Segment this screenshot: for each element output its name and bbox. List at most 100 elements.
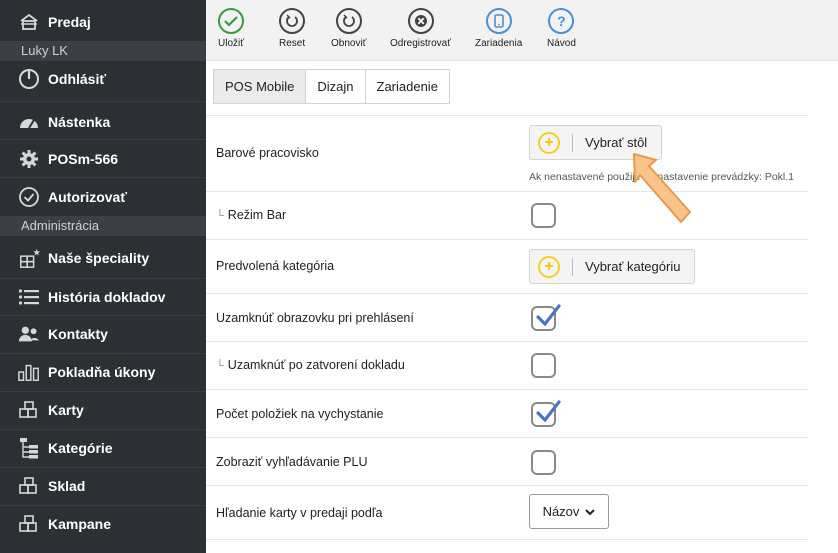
guide-button[interactable]: ? Návod (547, 8, 576, 49)
lock-on-close-checkbox[interactable] (531, 353, 556, 378)
toolbar: Uložiť Reset Obnoviť Odregistrovať Zaria… (206, 0, 838, 61)
boxes-icon (18, 475, 40, 497)
divider (0, 177, 206, 178)
row-divider (206, 239, 808, 240)
divider (0, 101, 206, 102)
close-icon (407, 8, 434, 34)
sidebar-item-label: Odhlásiť (48, 71, 107, 87)
sidebar-item-label: Naše špeciality (48, 250, 150, 266)
row-divider (206, 341, 808, 342)
row-divider (206, 539, 808, 540)
search-by-label: Hľadanie karty v predaji podľa (216, 506, 383, 520)
divider (0, 278, 206, 279)
row-divider (206, 485, 808, 486)
show-plu-checkbox[interactable] (531, 450, 556, 475)
bar-chart-icon (18, 361, 40, 383)
tree-icon (18, 437, 40, 459)
tab-device[interactable]: Zariadenie (365, 69, 450, 104)
sidebar-item-label: Karty (48, 402, 84, 418)
row-divider (206, 437, 808, 438)
list-icon (18, 286, 40, 308)
chevron-down-icon (585, 504, 596, 519)
users-icon (18, 323, 40, 345)
sidebar-item-label: História dokladov (48, 289, 166, 305)
sidebar-item-label: Predaj (48, 14, 91, 30)
sidebar-item-label: Sklad (48, 478, 86, 494)
home-icon (18, 11, 40, 33)
checkmark-icon (536, 304, 561, 327)
sidebar-item-label: POSm-566 (48, 151, 119, 167)
divider (0, 139, 206, 140)
sidebar-item-contacts[interactable]: Kontakty (0, 318, 206, 350)
admin-section-header: Administrácia (0, 216, 206, 236)
show-plu-label: Zobraziť vyhľadávanie PLU (216, 455, 368, 469)
row-divider (206, 115, 808, 116)
sidebar-item-label: Autorizovať (48, 189, 128, 205)
sidebar-item-dashboard[interactable]: Nástenka (0, 106, 206, 138)
reset-button[interactable]: Reset (279, 8, 305, 49)
divider (0, 429, 206, 430)
sidebar-item-authorize[interactable]: Autorizovať (0, 181, 206, 213)
unregister-button[interactable]: Odregistrovať (390, 8, 451, 49)
boxes-icon (18, 399, 40, 421)
lock-on-login-label: Uzamknúť obrazovku pri prehlásení (216, 311, 414, 325)
help-icon: ? (548, 8, 575, 34)
sidebar-item-warehouse[interactable]: Sklad (0, 470, 206, 502)
sidebar-item-label: Kampane (48, 516, 112, 532)
save-button[interactable]: Uložiť (218, 8, 244, 49)
sidebar-item-label: Pokladňa úkony (48, 364, 156, 380)
divider (572, 257, 573, 276)
sidebar-item-register-actions[interactable]: Pokladňa úkony (0, 356, 206, 388)
divider (0, 391, 206, 392)
check-circle-icon (18, 186, 40, 208)
sidebar-item-label: Nástenka (48, 114, 111, 130)
divider (0, 315, 206, 316)
devices-button[interactable]: Zariadenia (475, 8, 522, 49)
tab-pos-mobile[interactable]: POS Mobile (213, 69, 307, 104)
refresh-button[interactable]: Obnoviť (331, 8, 366, 49)
lock-on-login-checkbox[interactable] (531, 304, 561, 331)
plus-icon: + (538, 131, 560, 154)
sidebar-item-cards[interactable]: Karty (0, 394, 206, 426)
items-count-checkbox[interactable] (531, 400, 561, 427)
divider (0, 505, 206, 506)
refresh-icon (279, 8, 306, 34)
svg-text:★: ★ (33, 247, 40, 258)
sidebar-item-label: Kategórie (48, 440, 113, 456)
phone-icon (485, 8, 512, 34)
bar-mode-label: └ Režim Bar (216, 208, 287, 222)
refresh-icon (335, 8, 362, 34)
sidebar-item-label: Kontakty (48, 326, 108, 342)
boxes-icon (18, 513, 40, 535)
boxes-star-icon: ★ (18, 247, 40, 269)
checkmark-icon (536, 400, 561, 423)
pointer-arrow-icon (628, 150, 698, 235)
bar-workplace-label: Barové pracovisko (216, 146, 319, 160)
sidebar-item-history[interactable]: História dokladov (0, 281, 206, 313)
user-section-header: Luky LK (0, 41, 206, 61)
row-divider (206, 389, 808, 390)
sidebar-item-predaj[interactable]: Predaj (0, 6, 206, 38)
gear-icon (18, 148, 40, 170)
row-divider (206, 293, 808, 294)
items-count-label: Počet položiek na vychystanie (216, 407, 384, 421)
bar-mode-checkbox[interactable] (531, 203, 556, 228)
tab-bar: POS Mobile Dizajn Zariadenie (213, 69, 450, 104)
sidebar-item-categories[interactable]: Kategórie (0, 432, 206, 464)
plus-icon: + (538, 255, 560, 278)
sidebar-item-logout[interactable]: Odhlásiť (0, 62, 206, 96)
divider (0, 353, 206, 354)
divider (572, 133, 573, 152)
sidebar-item-device[interactable]: POSm-566 (0, 143, 206, 175)
sidebar-item-campaigns[interactable]: Kampane (0, 508, 206, 540)
default-category-label: Predvolená kategória (216, 259, 335, 273)
sidebar-item-specialties[interactable]: ★ Naše špeciality (0, 241, 206, 275)
gauge-icon (18, 111, 40, 133)
lock-on-close-label: └ Uzamknúť po zatvorení dokladu (216, 358, 405, 372)
search-by-select[interactable]: Názov (529, 494, 609, 529)
sidebar: Predaj Luky LK Odhlásiť Nástenka POSm-56… (0, 0, 206, 553)
tab-design[interactable]: Dizajn (306, 69, 366, 104)
check-icon (218, 8, 244, 34)
select-category-button[interactable]: + Vybrať kategóriu (529, 249, 696, 284)
row-divider (206, 191, 808, 192)
